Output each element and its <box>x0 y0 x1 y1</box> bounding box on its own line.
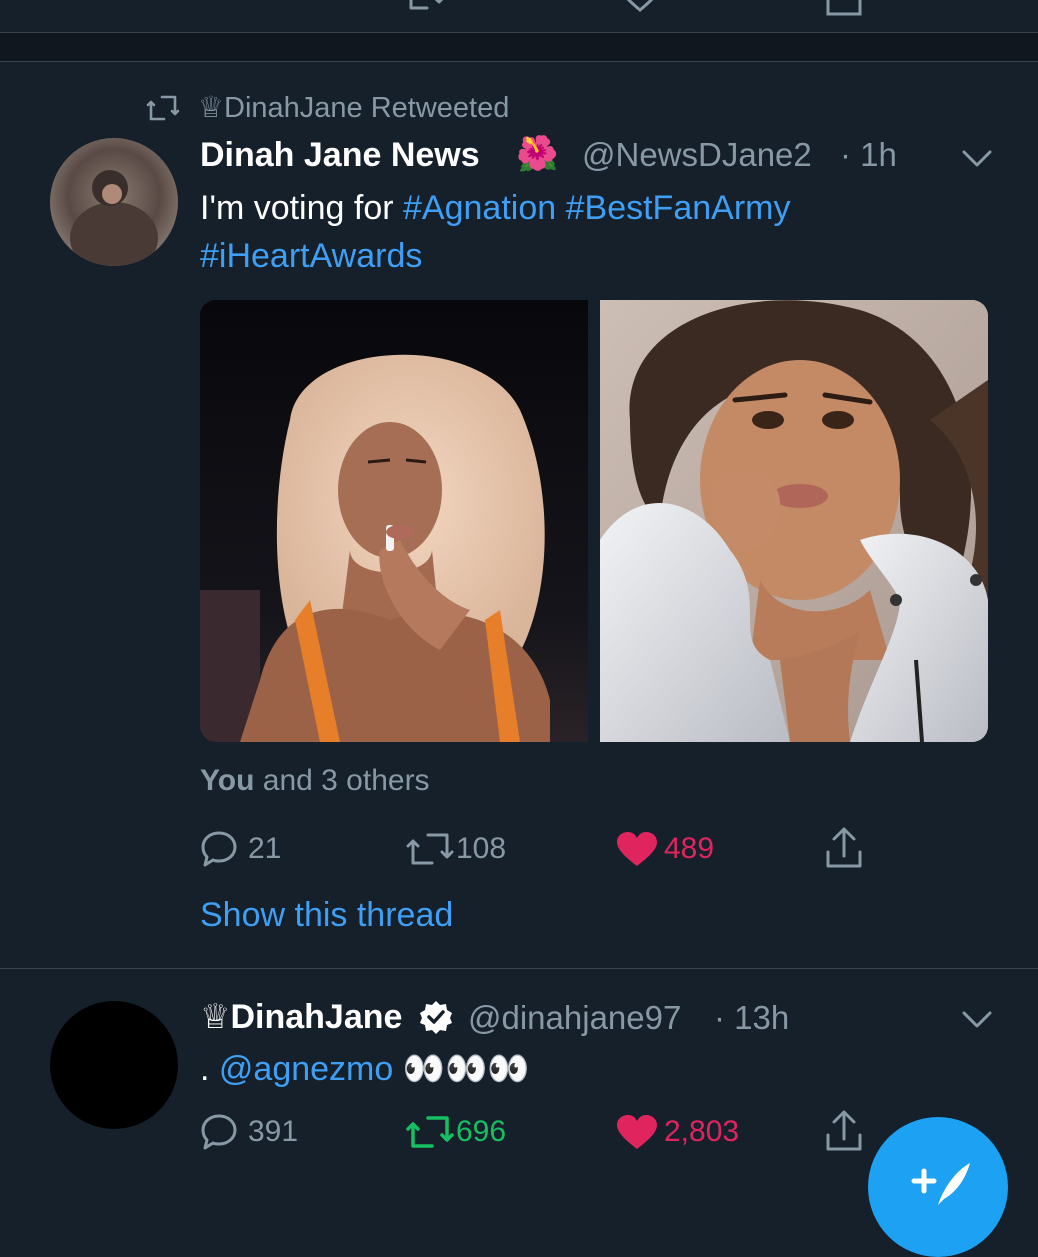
action-bar: 21 108 489 <box>0 822 1038 878</box>
mention-link[interactable]: @agnezmo <box>219 1050 393 1088</box>
retweet-icon <box>146 94 180 122</box>
photo-brunette-woman[interactable] <box>600 300 988 742</box>
liked-by-rest: and 3 others <box>254 764 430 797</box>
retweet-icon[interactable] <box>406 1115 454 1149</box>
share-icon[interactable] <box>824 0 864 18</box>
name-emoji: 🌺 <box>516 135 559 173</box>
chevron-down-icon[interactable] <box>962 1011 992 1029</box>
timestamp[interactable]: · 13h <box>714 999 789 1037</box>
show-thread-link[interactable]: Show this thread <box>200 896 453 935</box>
reply-icon[interactable] <box>200 1113 238 1151</box>
verified-badge-icon <box>418 999 454 1035</box>
handle[interactable]: @NewsDJane2 <box>582 136 812 174</box>
liked-by[interactable]: You and 3 others <box>200 764 430 798</box>
tweet-text: . @agnezmo 👀👀👀 <box>200 1045 530 1093</box>
tweet-text: I'm voting for #Agnation #BestFanArmy #i… <box>200 184 920 280</box>
media-gap <box>588 300 600 742</box>
tweet-text-body: I'm voting for <box>200 189 404 227</box>
like-icon[interactable] <box>616 832 658 868</box>
hashtag-link[interactable]: #Agnation <box>403 189 556 227</box>
retweet-count: 108 <box>456 832 507 865</box>
tweet-card[interactable]: ♕DinahJane Retweeted Dinah Jane News 🌺 @… <box>0 62 1038 968</box>
tweet-emoji: 👀👀👀 <box>402 1050 530 1088</box>
hashtag-link[interactable]: #BestFanArmy <box>566 189 791 227</box>
timestamp[interactable]: · 1h <box>840 136 897 174</box>
chevron-down-icon[interactable] <box>962 150 992 168</box>
retweet-icon[interactable] <box>405 0 445 12</box>
reply-count: 391 <box>248 1115 299 1148</box>
share-icon[interactable] <box>824 826 864 870</box>
reply-count: 21 <box>248 832 282 865</box>
hashtag-link[interactable]: #iHeartAwards <box>200 237 422 275</box>
compose-tweet-button[interactable] <box>868 1117 1008 1257</box>
liked-by-you: You <box>200 764 255 797</box>
previous-tweet-actions <box>0 0 1038 20</box>
tweet-text-body: . <box>200 1050 219 1088</box>
retweet-icon[interactable] <box>406 832 454 866</box>
like-icon[interactable] <box>620 0 660 12</box>
retweet-count: 696 <box>456 1115 507 1148</box>
media-grid <box>200 300 988 742</box>
section-gap <box>0 33 1038 61</box>
reply-icon[interactable] <box>200 830 238 868</box>
like-count: 2,803 <box>664 1115 740 1148</box>
social-context[interactable]: ♕DinahJane Retweeted <box>198 90 509 125</box>
display-name[interactable]: ♕DinahJane <box>200 997 402 1037</box>
handle[interactable]: @dinahjane97 <box>468 999 681 1037</box>
display-name[interactable]: Dinah Jane News <box>200 136 480 175</box>
share-icon[interactable] <box>824 1109 864 1153</box>
photo-blonde-woman[interactable] <box>200 300 588 742</box>
like-icon[interactable] <box>616 1115 658 1151</box>
like-count: 489 <box>664 832 715 865</box>
avatar[interactable] <box>50 138 178 266</box>
